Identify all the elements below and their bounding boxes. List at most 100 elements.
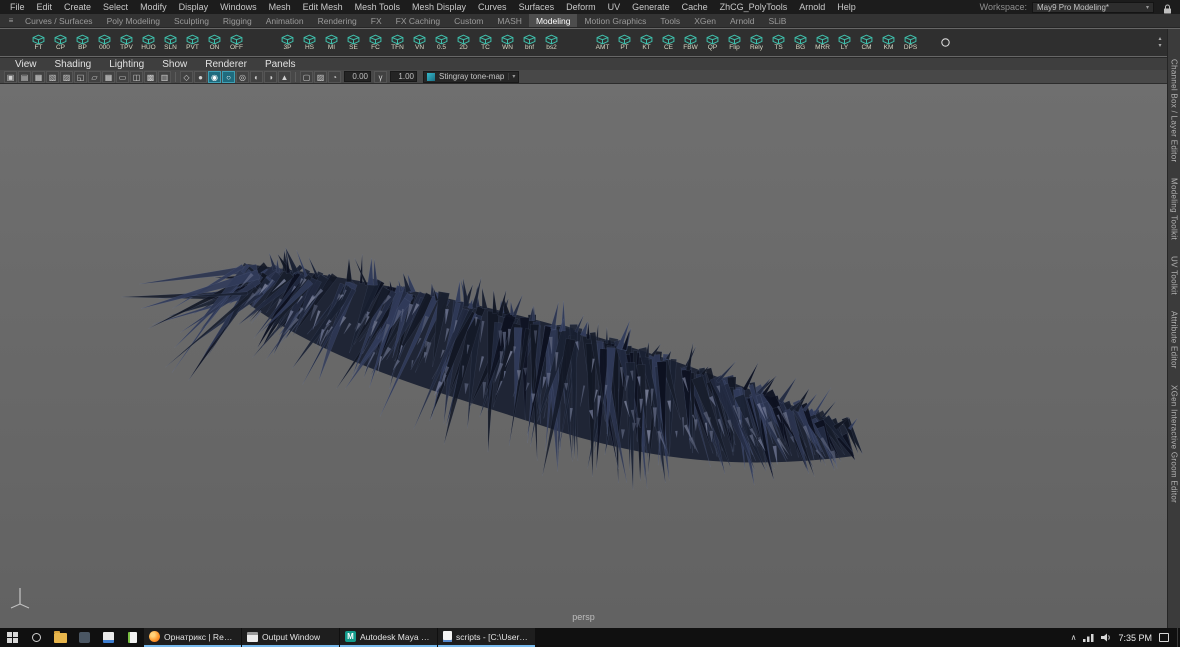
sidebar-panel-tab[interactable]: UV Toolkit (1170, 256, 1179, 295)
tray-chevron-up-icon[interactable]: ∧ (1071, 633, 1077, 642)
panel-menu-item[interactable]: Shading (48, 59, 99, 70)
shelf-button[interactable]: KM (878, 30, 899, 55)
shelf-button[interactable]: SE (343, 30, 364, 55)
shelf-button[interactable]: BP (72, 30, 93, 55)
shelf-button[interactable]: MI (321, 30, 342, 55)
shelf-button-extra[interactable] (935, 30, 956, 55)
task-button-browser[interactable]: Орнатрикс | Render.r... (144, 628, 241, 647)
panel-menu-item[interactable]: View (8, 59, 44, 70)
pinned-app-button-3[interactable] (120, 628, 144, 647)
shelf-button[interactable]: 0.5 (431, 30, 452, 55)
search-button[interactable] (24, 628, 48, 647)
menu-item[interactable]: Edit (31, 2, 59, 12)
isolate-select-icon[interactable]: ▢ (300, 70, 313, 83)
sidebar-panel-tab[interactable]: Modeling Toolkit (1170, 178, 1179, 240)
menu-item[interactable]: Windows (214, 2, 263, 12)
shelf-tab[interactable]: Rendering (311, 14, 364, 27)
shelf-button[interactable]: TFN (387, 30, 408, 55)
shelf-button[interactable]: 2D (453, 30, 474, 55)
shelf-tab[interactable]: SLiB (762, 14, 794, 27)
shelf-button[interactable]: Rely (746, 30, 767, 55)
sidebar-panel-tab[interactable]: Channel Box / Layer Editor (1170, 59, 1179, 162)
shelf-button[interactable]: ON (204, 30, 225, 55)
lighting-icon[interactable]: ◎ (236, 70, 249, 83)
shelf-button[interactable]: TPV (116, 30, 137, 55)
exposure-icon[interactable]: ◔ (328, 70, 341, 83)
panel-menu-item[interactable]: Renderer (198, 59, 254, 70)
menu-item[interactable]: Mesh (263, 2, 297, 12)
lock-workspace-icon[interactable] (1163, 2, 1172, 13)
shelf-button[interactable]: TS (768, 30, 789, 55)
pinned-app-button-1[interactable] (72, 628, 96, 647)
menu-item[interactable]: Deform (560, 2, 602, 12)
select-camera-icon[interactable]: ▣ (4, 70, 17, 83)
shelf-button[interactable]: WN (497, 30, 518, 55)
menu-item[interactable]: Modify (134, 2, 173, 12)
shelf-button[interactable]: Flip (724, 30, 745, 55)
volume-icon[interactable] (1101, 633, 1111, 642)
menu-item[interactable]: Generate (626, 2, 676, 12)
shelf-tab[interactable]: Motion Graphics (577, 14, 653, 27)
clock[interactable]: 7:35 PM (1118, 633, 1152, 643)
film-gate-icon[interactable]: ▭ (116, 70, 129, 83)
menu-item[interactable]: Display (173, 2, 215, 12)
menu-item[interactable]: Curves (472, 2, 513, 12)
gate-mask-icon[interactable]: ▩ (144, 70, 157, 83)
viewport[interactable]: persp (0, 84, 1167, 628)
field-chart-icon[interactable]: ▥ (158, 70, 171, 83)
shelf-button[interactable]: CP (50, 30, 71, 55)
shelf-tab[interactable]: Curves / Surfaces (18, 14, 100, 27)
shelf-tab[interactable]: Tools (653, 14, 687, 27)
shelf-tab[interactable]: Modeling (528, 14, 578, 27)
task-button-maya[interactable]: M Autodesk Maya 2018: ... (340, 628, 437, 647)
task-button-output-window[interactable]: Output Window (242, 628, 339, 647)
shelf-button[interactable]: AMT (592, 30, 613, 55)
shelf-tab[interactable]: Sculpting (167, 14, 216, 27)
workspace-dropdown[interactable]: May9 Pro Modeling* ▾ (1032, 1, 1154, 13)
menu-item[interactable]: Surfaces (513, 2, 561, 12)
grid-icon[interactable]: ▦ (102, 70, 115, 83)
menu-item[interactable]: ZhCG_PolyTools (714, 2, 794, 12)
resolution-gate-icon[interactable]: ◫ (130, 70, 143, 83)
start-button[interactable] (0, 628, 24, 647)
shelf-tab[interactable]: XGen (687, 14, 723, 27)
shelf-button[interactable]: 3P (277, 30, 298, 55)
menu-item[interactable]: Mesh Display (406, 2, 472, 12)
menu-item[interactable]: Arnold (793, 2, 831, 12)
shelf-button[interactable]: CE (658, 30, 679, 55)
anti-aliasing-icon[interactable]: ▲ (278, 70, 291, 83)
panel-menu-item[interactable]: Show (155, 59, 194, 70)
shelf-button[interactable]: TC (475, 30, 496, 55)
shelf-button[interactable]: HS (299, 30, 320, 55)
shelf-tab[interactable]: Poly Modeling (100, 14, 167, 27)
exposure-field[interactable]: 0.00 (344, 71, 371, 82)
shelf-button[interactable]: BG (790, 30, 811, 55)
menu-item[interactable]: Cache (676, 2, 714, 12)
shelf-button[interactable]: HUO (138, 30, 159, 55)
task-button-scripts[interactable]: scripts - [C:\Users\A... (438, 628, 535, 647)
shelf-button[interactable]: FBW (680, 30, 701, 55)
screen-space-ao-icon[interactable]: ◑ (264, 70, 277, 83)
shelf-button[interactable]: FC (365, 30, 386, 55)
shelf-scroll-up-icon[interactable]: ▴ (1154, 36, 1166, 42)
shelf-tab[interactable]: FX Caching (389, 14, 447, 27)
file-explorer-button[interactable] (48, 628, 72, 647)
textured-icon[interactable]: ◉ (208, 70, 221, 83)
menu-item[interactable]: Create (58, 2, 97, 12)
panel-menu-item[interactable]: Panels (258, 59, 303, 70)
shelf-button[interactable]: FT (28, 30, 49, 55)
shelf-tab[interactable]: Custom (447, 14, 490, 27)
shelf-scroll-down-icon[interactable]: ▾ (1154, 43, 1166, 49)
network-icon[interactable] (1083, 633, 1094, 642)
shelf-button[interactable]: QP (702, 30, 723, 55)
menu-item[interactable]: Select (97, 2, 134, 12)
menu-item[interactable]: Edit Mesh (297, 2, 349, 12)
shelf-button[interactable]: SLN (160, 30, 181, 55)
shelf-button[interactable]: LY (834, 30, 855, 55)
menu-item[interactable]: UV (602, 2, 627, 12)
use-default-material-icon[interactable]: ○ (222, 70, 235, 83)
bookmark-icon[interactable]: ▧ (46, 70, 59, 83)
menu-item[interactable]: File (4, 2, 31, 12)
shelf-tab[interactable]: FX (364, 14, 389, 27)
grease-pencil-icon[interactable]: ▱ (88, 70, 101, 83)
